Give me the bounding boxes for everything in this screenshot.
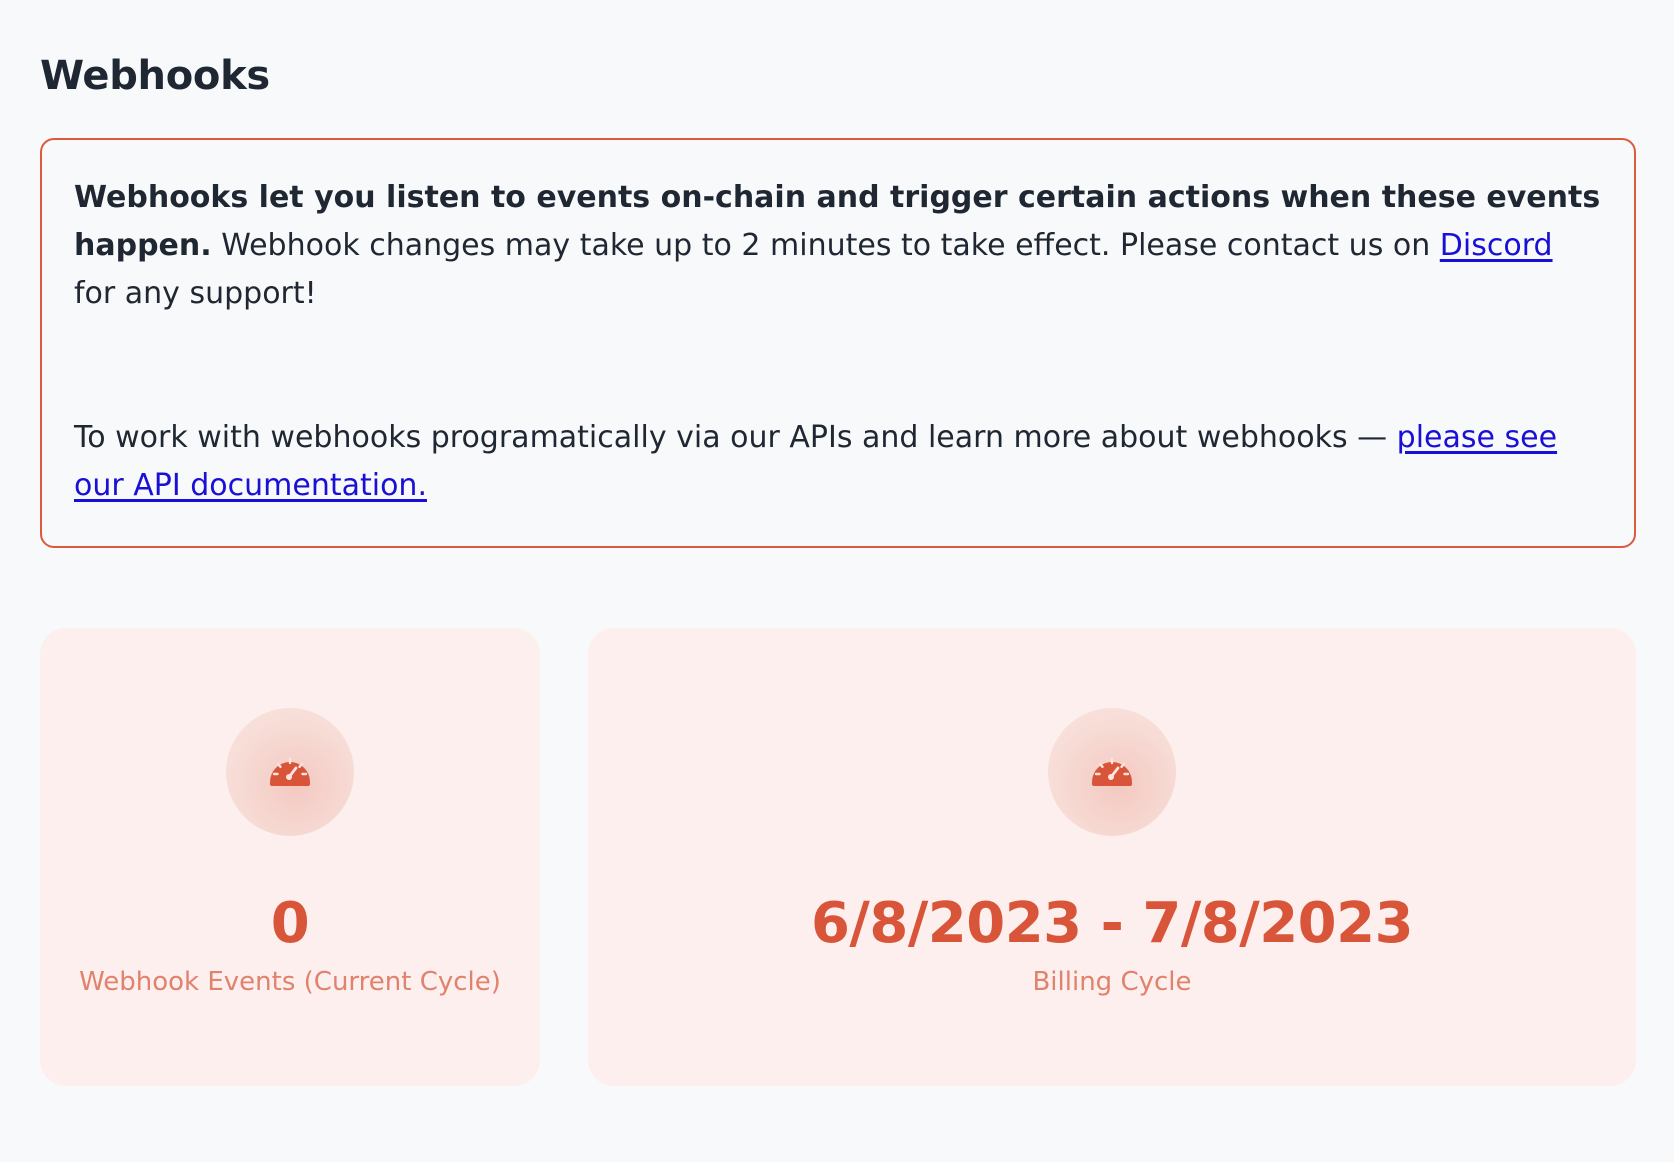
billing-cycle-icon-circle [1048,708,1176,836]
webhook-events-label: Webhook Events (Current Cycle) [79,967,501,997]
billing-cycle-label: Billing Cycle [1032,967,1192,997]
webhook-events-icon-circle [226,708,354,836]
webhooks-page: Webhooks Webhooks let you listen to even… [40,0,1636,1086]
billing-cycle-card: 6/8/2023 - 7/8/2023 Billing Cycle [588,628,1636,1086]
webhook-events-card: 0 Webhook Events (Current Cycle) [40,628,540,1086]
gauge-icon [1090,752,1134,792]
info-intro-text: Webhook changes may take up to 2 minutes… [211,228,1440,263]
info-intro-tail: for any support! [74,276,317,311]
webhooks-info-box: Webhooks let you listen to events on-cha… [40,138,1636,548]
info-intro-paragraph: Webhooks let you listen to events on-cha… [74,174,1602,318]
gauge-icon [268,752,312,792]
discord-link[interactable]: Discord [1440,228,1553,263]
billing-cycle-value: 6/8/2023 - 7/8/2023 [810,891,1414,956]
webhook-events-value: 0 [270,891,310,956]
info-api-paragraph: To work with webhooks programatically vi… [74,414,1602,510]
info-api-text: To work with webhooks programatically vi… [74,420,1397,455]
page-title: Webhooks [40,53,270,99]
stats-cards: 0 Webhook Events (Current Cycle) 6/8/202… [40,628,1636,1086]
